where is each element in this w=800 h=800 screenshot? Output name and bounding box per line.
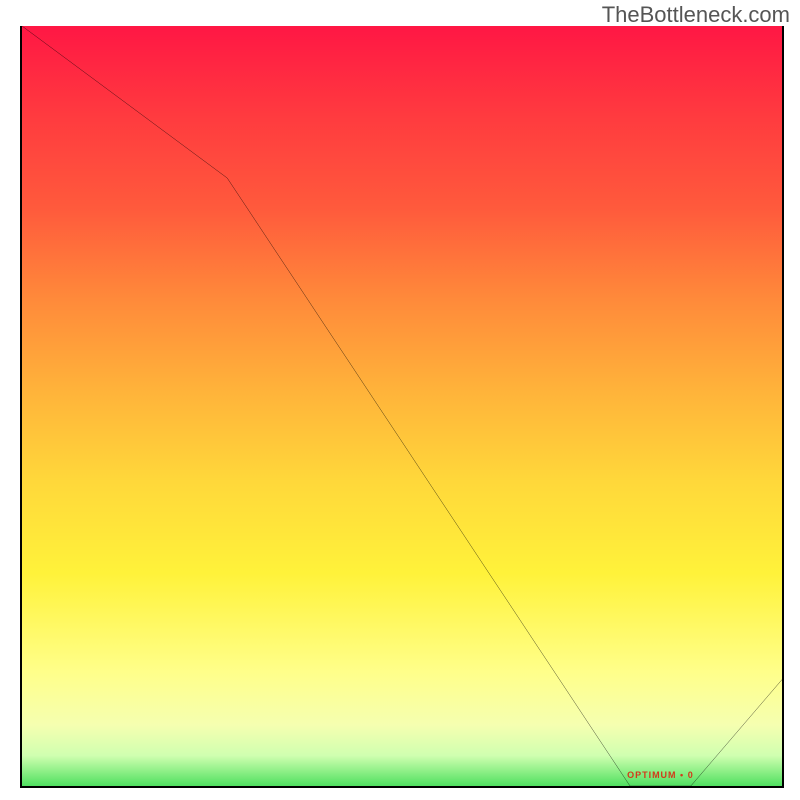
optimum-label: OPTIMUM • 0 xyxy=(627,770,694,780)
attribution-text: TheBottleneck.com xyxy=(602,2,790,28)
plot-area: OPTIMUM • 0 xyxy=(20,26,784,788)
series-line xyxy=(22,26,782,786)
chart-svg xyxy=(22,26,782,786)
chart-container: TheBottleneck.com OPTIMUM • 0 xyxy=(0,0,800,800)
